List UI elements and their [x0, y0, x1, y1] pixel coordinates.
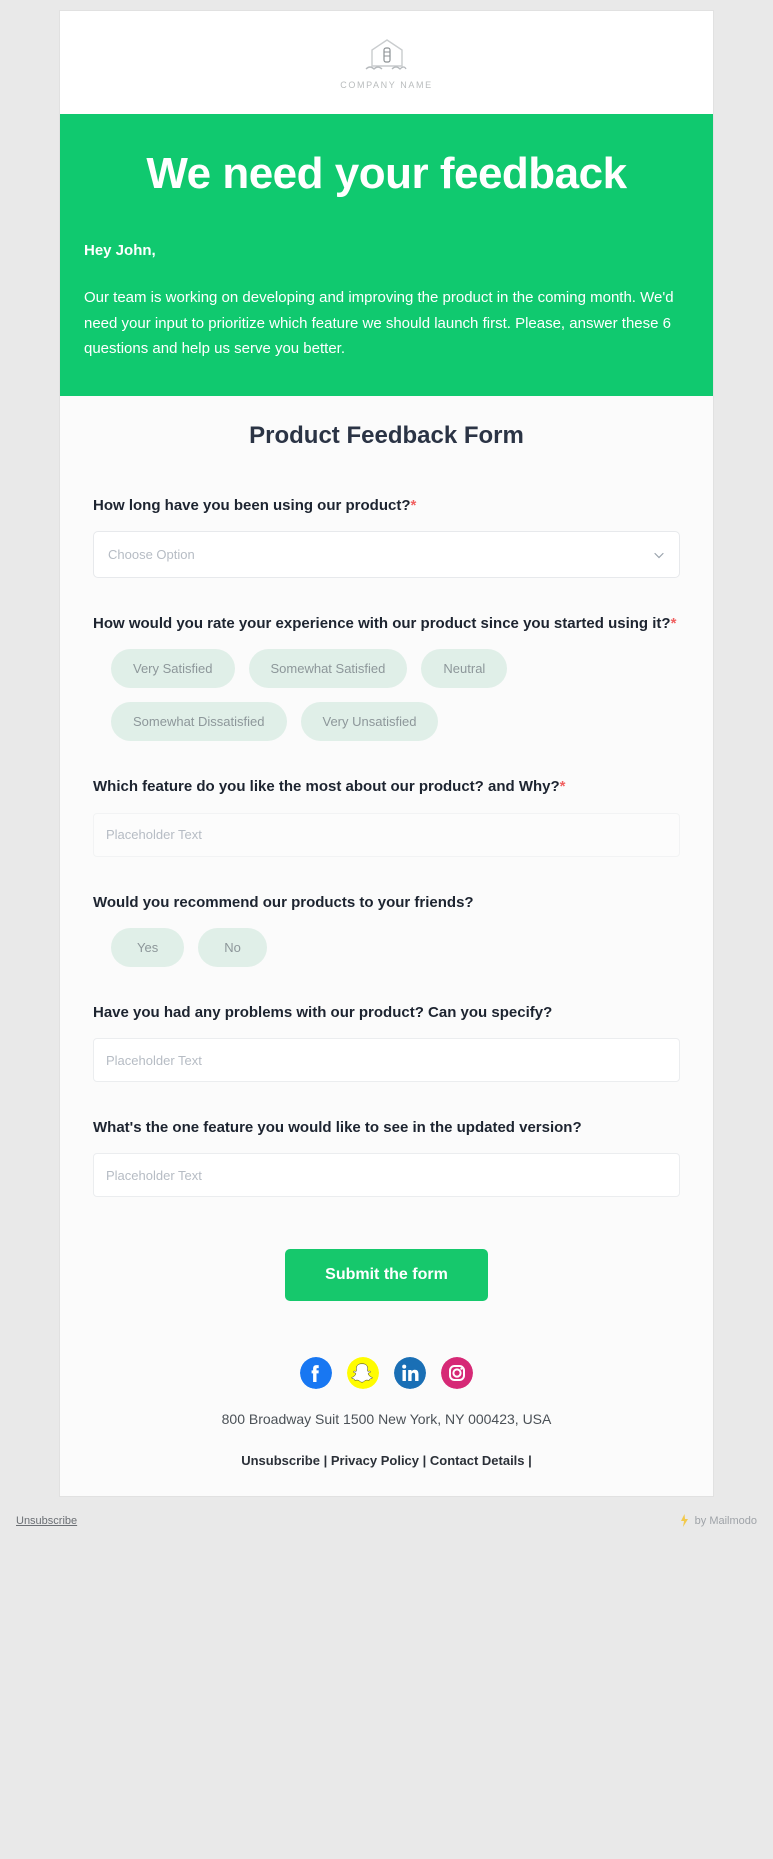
footer-separator-1: | — [319, 1453, 331, 1469]
question-block-2: How would you rate your experience with … — [93, 612, 680, 742]
by-brand: by Mailmodo — [679, 1514, 757, 1528]
input-favorite-feature[interactable]: Placeholder Text — [93, 812, 680, 857]
question-text-3: Which feature do you like the most about… — [93, 778, 560, 796]
input-requested-feature[interactable]: Placeholder Text — [93, 1153, 680, 1198]
question-text-1: How long have you been using our product… — [93, 496, 411, 514]
hero-title: We need your feedback — [146, 149, 627, 198]
select-usage-duration[interactable]: Choose Option — [93, 531, 680, 579]
question-text-2: How would you rate your experience with … — [93, 615, 671, 633]
question-label-4: Would you recommend our products to your… — [93, 891, 680, 914]
email-card: COMPANY NAME We need your feedback Hey J… — [60, 11, 713, 1497]
required-marker-2: * — [670, 615, 677, 633]
snapchat-icon[interactable] — [347, 1357, 379, 1390]
question-text-4: Would you recommend our products to your… — [93, 893, 474, 911]
select-placeholder-1: Choose Option — [108, 547, 195, 563]
footer-link-privacy-policy[interactable]: Privacy Policy — [331, 1453, 419, 1468]
company-name: COMPANY NAME — [340, 79, 433, 90]
email-preview-page: COMPANY NAME We need your feedback Hey J… — [0, 0, 773, 1859]
rating-pill-row: Very Satisfied Somewhat Satisfied Neutra… — [93, 649, 680, 742]
input-placeholder-3: Placeholder Text — [106, 827, 202, 843]
question-text-5: Have you had any problems with our produ… — [93, 1003, 553, 1021]
question-label-1: How long have you been using our product… — [93, 494, 680, 517]
rating-option-very-satisfied[interactable]: Very Satisfied — [111, 649, 235, 689]
question-label-2: How would you rate your experience with … — [93, 612, 680, 635]
hero-section: We need your feedback Hey John, Our team… — [60, 114, 713, 396]
form-body: Product Feedback Form How long have you … — [60, 395, 713, 1332]
by-brand-label: by Mailmodo — [694, 1514, 757, 1527]
bottom-bar: Unsubscribe by Mailmodo — [0, 1504, 773, 1528]
facebook-icon[interactable] — [300, 1357, 332, 1390]
question-block-4: Would you recommend our products to your… — [93, 891, 680, 967]
question-label-6: What's the one feature you would like to… — [93, 1116, 680, 1139]
submit-form-button[interactable]: Submit the form — [285, 1249, 488, 1302]
social-links-row — [80, 1357, 693, 1390]
footer-separator-3: | — [524, 1453, 532, 1469]
email-footer: 800 Broadway Suit 1500 New York, NY 0004… — [60, 1331, 713, 1497]
chevron-down-icon — [654, 552, 664, 558]
footer-separator-2: | — [419, 1453, 430, 1469]
question-text-6: What's the one feature you would like to… — [93, 1119, 582, 1137]
rating-option-neutral[interactable]: Neutral — [421, 649, 508, 689]
logo-header: COMPANY NAME — [60, 11, 713, 114]
recommend-option-no[interactable]: No — [198, 927, 267, 967]
required-marker-3: * — [559, 778, 566, 796]
rating-option-somewhat-dissatisfied[interactable]: Somewhat Dissatisfied — [111, 702, 287, 742]
mailmodo-logo-icon — [680, 1514, 688, 1528]
hero-greeting: Hey John, — [84, 242, 156, 260]
bottom-unsubscribe-link[interactable]: Unsubscribe — [16, 1515, 77, 1527]
required-marker-1: * — [410, 496, 417, 514]
form-title: Product Feedback Form — [249, 421, 524, 449]
question-block-1: How long have you been using our product… — [93, 494, 680, 579]
hero-body: Our team is working on developing and im… — [84, 289, 674, 358]
question-block-6: What's the one feature you would like to… — [93, 1116, 680, 1198]
house-logo-icon — [365, 38, 407, 70]
question-label-5: Have you had any problems with our produ… — [93, 1001, 680, 1024]
rating-option-somewhat-satisfied[interactable]: Somewhat Satisfied — [248, 649, 408, 689]
input-problems[interactable]: Placeholder Text — [93, 1038, 680, 1083]
question-block-5: Have you had any problems with our produ… — [93, 1001, 680, 1083]
question-label-3: Which feature do you like the most about… — [93, 775, 680, 798]
question-block-3: Which feature do you like the most about… — [93, 775, 680, 857]
company-address: 800 Broadway Suit 1500 New York, NY 0004… — [221, 1411, 552, 1428]
input-placeholder-5: Placeholder Text — [106, 1052, 202, 1068]
input-placeholder-6: Placeholder Text — [106, 1167, 202, 1183]
recommend-option-yes[interactable]: Yes — [111, 927, 185, 967]
rating-option-very-unsatisfied[interactable]: Very Unsatisfied — [300, 702, 439, 742]
footer-link-unsubscribe[interactable]: Unsubscribe — [241, 1453, 320, 1468]
footer-link-contact-details[interactable]: Contact Details — [430, 1453, 525, 1468]
instagram-icon[interactable] — [441, 1357, 473, 1390]
submit-wrapper: Submit the form — [93, 1249, 680, 1302]
linkedin-icon[interactable] — [394, 1357, 426, 1390]
footer-links: Unsubscribe | Privacy Policy | Contact D… — [80, 1453, 693, 1468]
recommend-pill-row: Yes No — [93, 927, 680, 967]
